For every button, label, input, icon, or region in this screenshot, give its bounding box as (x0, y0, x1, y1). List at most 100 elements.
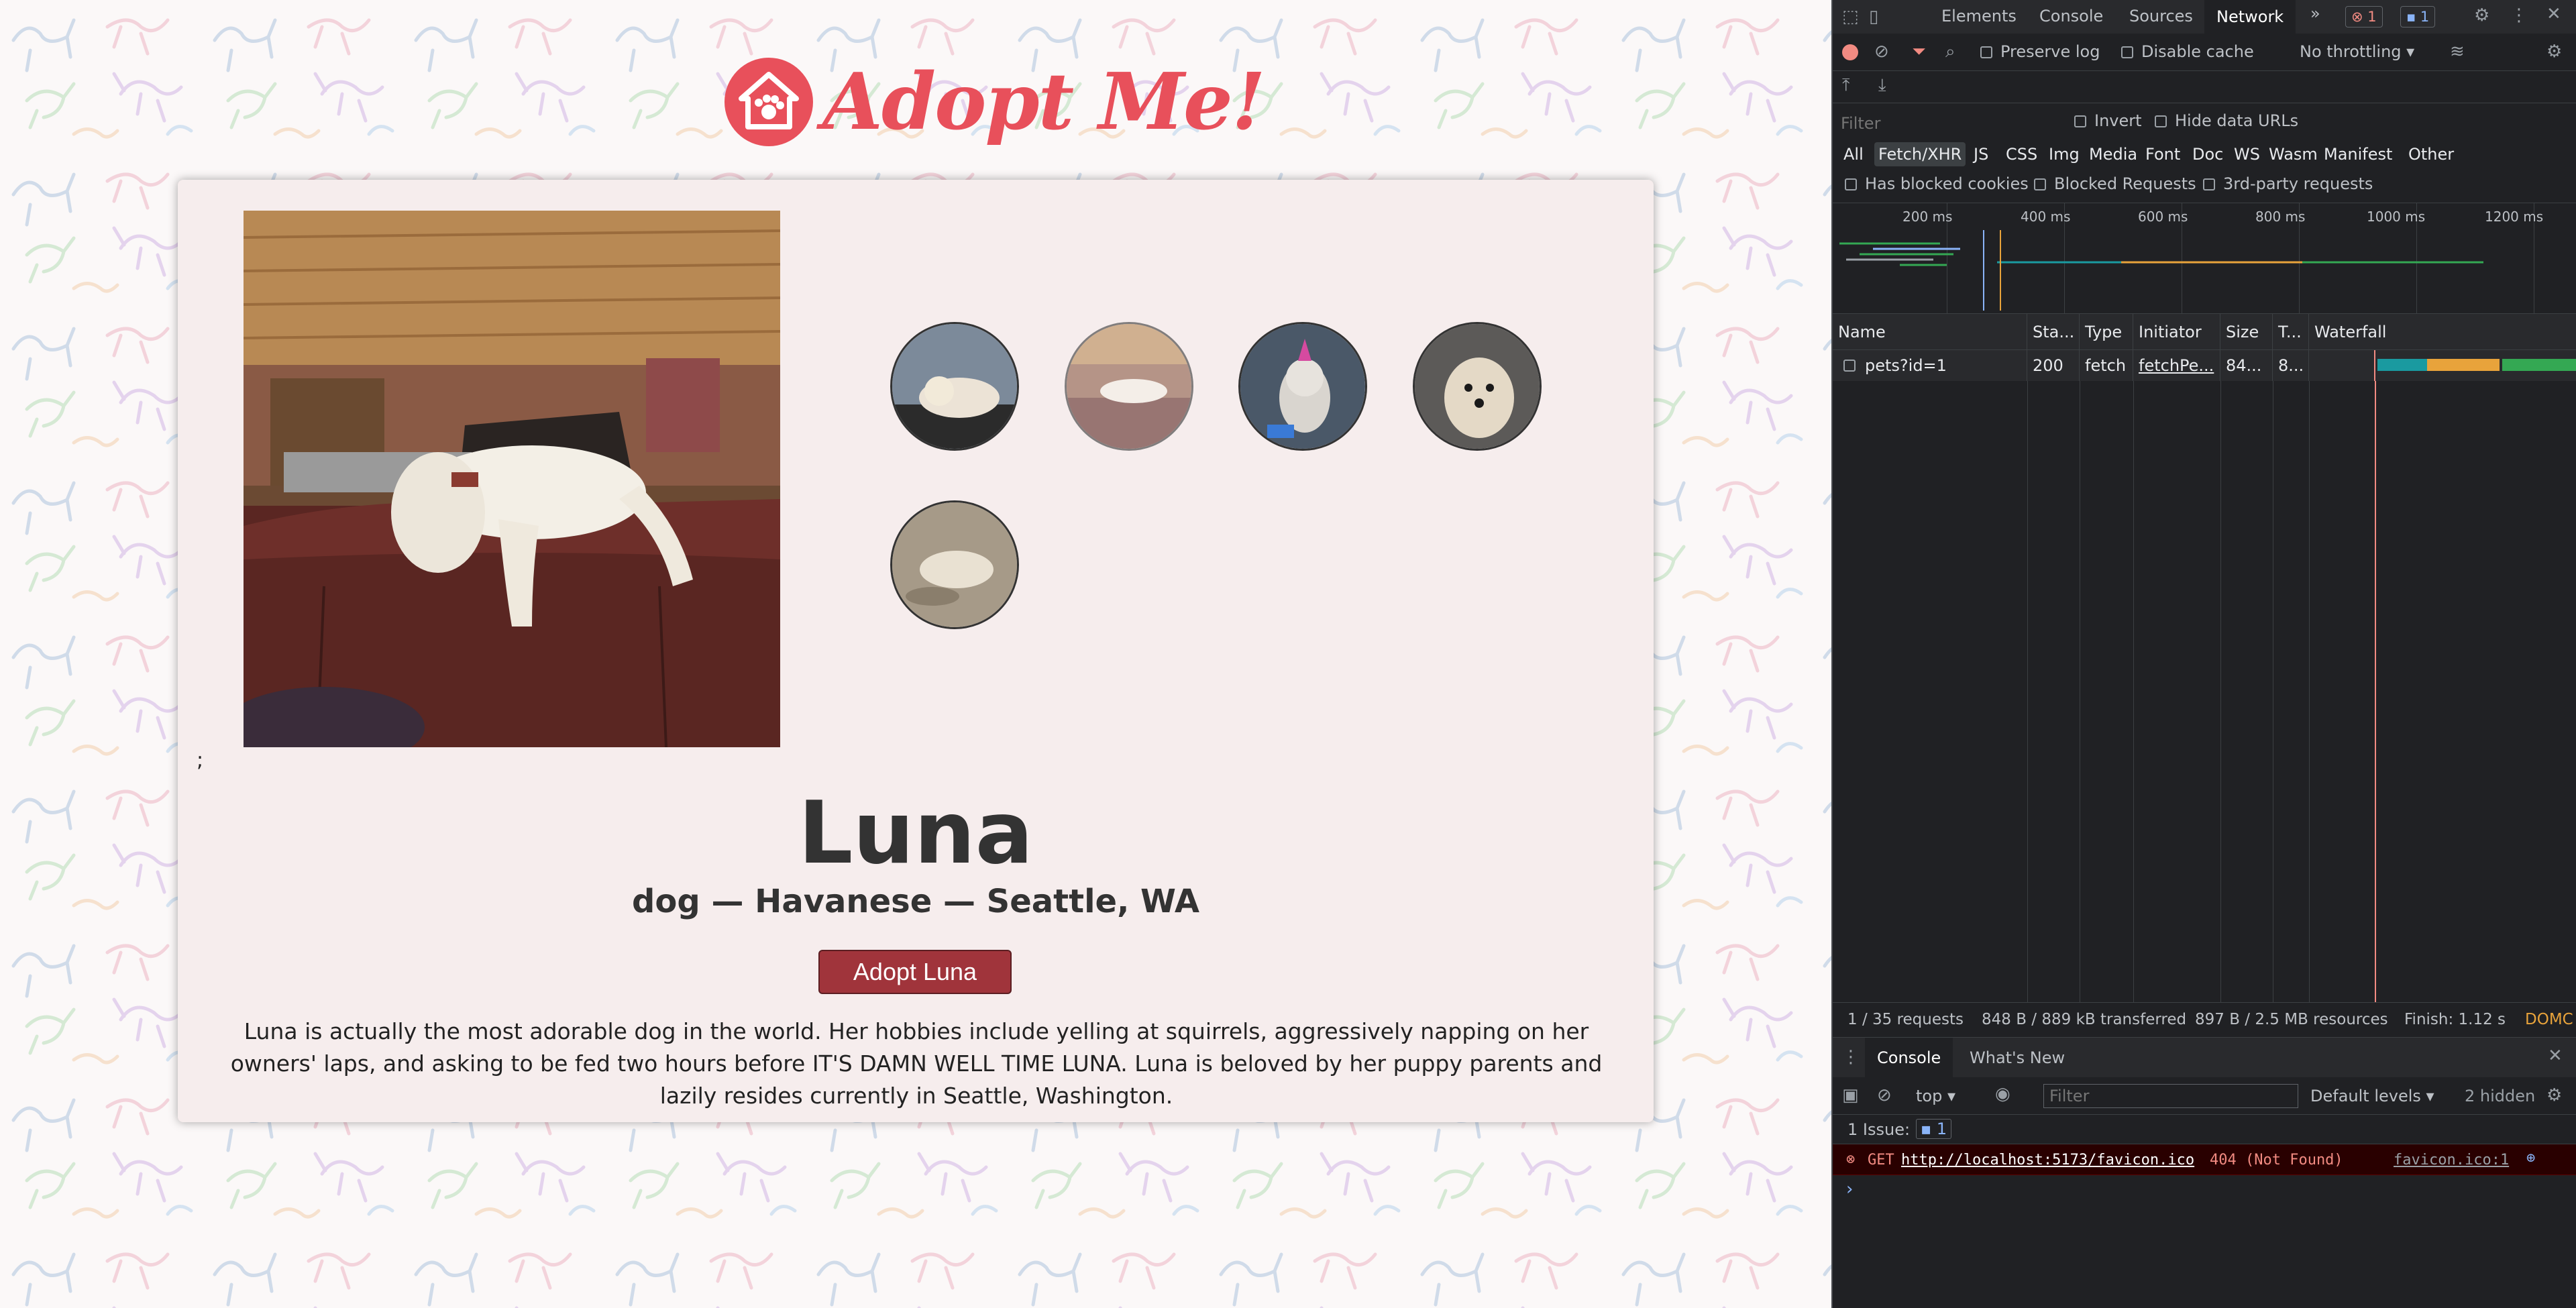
column-size[interactable]: Size (2220, 314, 2273, 350)
web-page: Adopt Me! ; Luna dog — Havanese — Seattl… (0, 0, 1831, 1308)
preserve-log-checkbox[interactable] (1980, 46, 1992, 58)
more-tabs-icon[interactable]: » (2310, 4, 2320, 23)
tick-label: 400 ms (2021, 209, 2071, 225)
import-har-icon[interactable]: ⤒ (1842, 75, 1850, 96)
message-count-badge[interactable]: ▪ 1 (2400, 6, 2436, 28)
thumbnail-5[interactable] (890, 500, 1019, 629)
column-divider (2220, 381, 2221, 1002)
tab-sources[interactable]: Sources (2129, 7, 2193, 25)
thumbnail-2[interactable] (1065, 322, 1193, 451)
record-icon[interactable] (1842, 44, 1858, 60)
network-settings-icon[interactable]: ⚙ (2546, 42, 2562, 62)
invert-checkbox[interactable] (2074, 115, 2086, 127)
tick-label: 800 ms (2255, 209, 2306, 225)
pet-name-heading: Luna (798, 783, 1034, 883)
throttling-value: No throttling (2300, 42, 2402, 61)
thumbnail-1[interactable] (890, 322, 1019, 451)
clear-icon[interactable]: ⊘ (1874, 42, 1889, 62)
logo-text: Adopt Me! (822, 56, 1266, 148)
stray-text: ; (197, 749, 204, 772)
drawer-tab-whats-new[interactable]: What's New (1970, 1048, 2065, 1067)
column-initiator[interactable]: Initiator (2133, 314, 2220, 350)
blocked-requests-checkbox[interactable] (2034, 178, 2046, 190)
inspect-element-icon[interactable]: ⬚ (1842, 7, 1859, 27)
thumbnail-4[interactable] (1413, 322, 1542, 451)
disable-cache-checkbox[interactable] (2121, 46, 2133, 58)
thumbnail-3[interactable] (1238, 322, 1367, 451)
has-blocked-cookies-checkbox[interactable] (1845, 178, 1857, 190)
column-waterfall[interactable]: Waterfall (2309, 314, 2576, 350)
tab-network[interactable]: Network (2204, 0, 2296, 34)
console-settings-icon[interactable]: ⚙ (2546, 1085, 2562, 1105)
prompt-chevron-icon: › (1846, 1179, 1854, 1199)
type-filter-all[interactable]: All (1839, 142, 1868, 166)
console-filter-input[interactable] (2043, 1084, 2298, 1108)
type-filter-manifest[interactable]: Manifest (2320, 142, 2396, 166)
error-count: 1 (2367, 9, 2377, 25)
domcontentloaded-time: DOMC (2525, 1011, 2573, 1028)
site-logo[interactable]: Adopt Me! (724, 48, 1266, 156)
third-party-checkbox[interactable] (2203, 178, 2215, 190)
filter-icon[interactable]: ⏷ (1912, 42, 1926, 62)
blocked-requests-label: Blocked Requests (2054, 174, 2196, 193)
sidebar-toggle-icon[interactable]: ▣ (1842, 1085, 1859, 1105)
type-filter-font[interactable]: Font (2141, 142, 2184, 166)
table-row[interactable]: pets?id=1 200 fetch fetchPe... 84... 8..… (1833, 350, 2576, 381)
drawer-menu-icon[interactable]: ⋮ (1842, 1047, 1860, 1067)
column-name[interactable]: Name (1833, 314, 2027, 350)
type-filter-css[interactable]: CSS (2002, 142, 2041, 166)
clear-console-icon[interactable]: ⊘ (1877, 1085, 1892, 1105)
log-levels-select[interactable]: Default levels ▾ (2310, 1087, 2434, 1105)
request-status: 200 (2027, 350, 2080, 381)
live-expression-eye-icon[interactable]: ◉ (1995, 1084, 2010, 1104)
close-devtools-icon[interactable]: ✕ (2546, 4, 2561, 24)
error-status: 404 (Not Found) (2210, 1152, 2343, 1168)
error-method: GET (1868, 1152, 1894, 1168)
tab-console[interactable]: Console (2039, 7, 2103, 25)
network-filter-input[interactable] (1839, 111, 2063, 135)
column-time[interactable]: T... (2273, 314, 2309, 350)
context-select[interactable]: top ▾ (1916, 1087, 1955, 1105)
type-filter-media[interactable]: Media (2085, 142, 2141, 166)
network-toolbar: ⊘ ⏷ ⌕ Preserve log Disable cache No thro… (1833, 34, 2576, 71)
invert-label: Invert (2094, 111, 2142, 130)
type-filter-other[interactable]: Other (2404, 142, 2458, 166)
error-icon: ⊗ (1846, 1151, 1856, 1168)
close-drawer-icon[interactable]: ✕ (2548, 1046, 2563, 1066)
issues-count: 1 (1936, 1120, 1947, 1138)
search-icon[interactable]: ⌕ (1945, 42, 1955, 62)
column-type[interactable]: Type (2080, 314, 2133, 350)
kebab-menu-icon[interactable]: ⋮ (2510, 5, 2528, 25)
tick-label: 1200 ms (2485, 209, 2544, 225)
throttling-select[interactable]: No throttling ▾ (2300, 42, 2414, 61)
network-conditions-icon[interactable]: ≋ (2450, 42, 2465, 62)
request-initiator-link[interactable]: fetchPe... (2133, 350, 2220, 381)
request-waterfall-bar (2374, 350, 2576, 381)
network-overview-timeline[interactable]: 200 ms 400 ms 600 ms 800 ms 1000 ms 1200… (1833, 203, 2576, 315)
hide-data-urls-label: Hide data URLs (2175, 111, 2299, 130)
type-filter-fetch-xhr[interactable]: Fetch/XHR (1874, 142, 1966, 166)
tab-elements[interactable]: Elements (1941, 7, 2017, 25)
column-divider (2309, 381, 2310, 1002)
resources-size: 897 B / 2.5 MB resources (2195, 1011, 2388, 1028)
error-source-link[interactable]: favicon.ico:1 (2394, 1152, 2509, 1168)
adopt-button[interactable]: Adopt Luna (818, 950, 1012, 994)
error-url-link[interactable]: http://localhost:5173/favicon.ico (1901, 1152, 2194, 1168)
column-status[interactable]: Sta... (2027, 314, 2080, 350)
network-request-icon[interactable]: ⊕ (2526, 1150, 2535, 1166)
type-filter-img[interactable]: Img (2045, 142, 2084, 166)
error-count-badge[interactable]: ⊗ 1 (2345, 6, 2383, 28)
type-filter-ws[interactable]: WS (2230, 142, 2264, 166)
settings-gear-icon[interactable]: ⚙ (2474, 5, 2489, 25)
paw-house-icon (724, 58, 813, 146)
export-har-icon[interactable]: ⤓ (1878, 75, 1886, 96)
issues-link[interactable]: ▪ 1 (1916, 1119, 1952, 1139)
drawer-tab-console[interactable]: Console (1865, 1038, 1953, 1078)
type-filter-doc[interactable]: Doc (2188, 142, 2227, 166)
type-filter-js[interactable]: JS (1970, 142, 1992, 166)
pet-details-card: ; Luna dog — Havanese — Seattle, WA Adop… (178, 180, 1654, 1122)
console-prompt[interactable]: › (1833, 1175, 2576, 1205)
type-filter-wasm[interactable]: Wasm (2265, 142, 2322, 166)
device-toolbar-icon[interactable]: ▯ (1869, 7, 1878, 27)
hide-data-urls-checkbox[interactable] (2155, 115, 2167, 127)
